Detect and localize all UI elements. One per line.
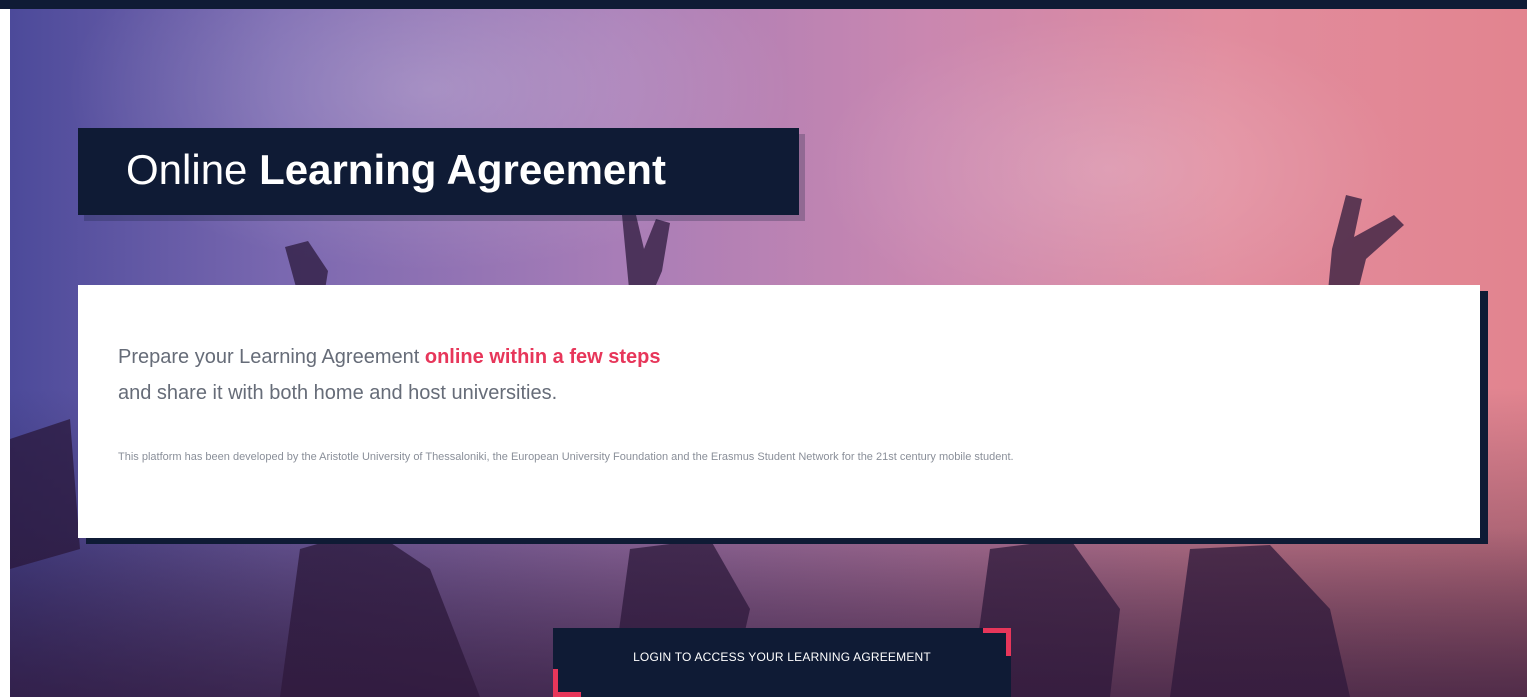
title-light-part: Online [126,146,248,193]
corner-accent-bottom-left [553,669,581,697]
login-button-label: LOGIN TO ACCESS YOUR LEARNING AGREEMENT [633,650,931,664]
top-border [0,0,1527,9]
about-platform-text: This platform has been developed by the … [118,451,1014,463]
intro-card: Prepare your Learning Agreement online w… [78,285,1480,538]
intro-highlight: online within a few steps [424,346,661,368]
intro-line-1: Prepare your Learning Agreement online w… [118,343,660,371]
page: Online Learning Agreement Prepare your L… [0,0,1527,697]
peace-sign-hand [1328,195,1404,291]
intro-line-1-prefix: Prepare your Learning Agreement [118,346,420,368]
intro-line-2: and share it with both home and host uni… [118,382,558,404]
page-title-banner: Online Learning Agreement [78,128,799,215]
title-bold-part: Learning Agreement [259,146,666,193]
page-title: Online Learning Agreement [126,142,666,198]
login-button[interactable]: LOGIN TO ACCESS YOUR LEARNING AGREEMENT [553,628,1011,697]
